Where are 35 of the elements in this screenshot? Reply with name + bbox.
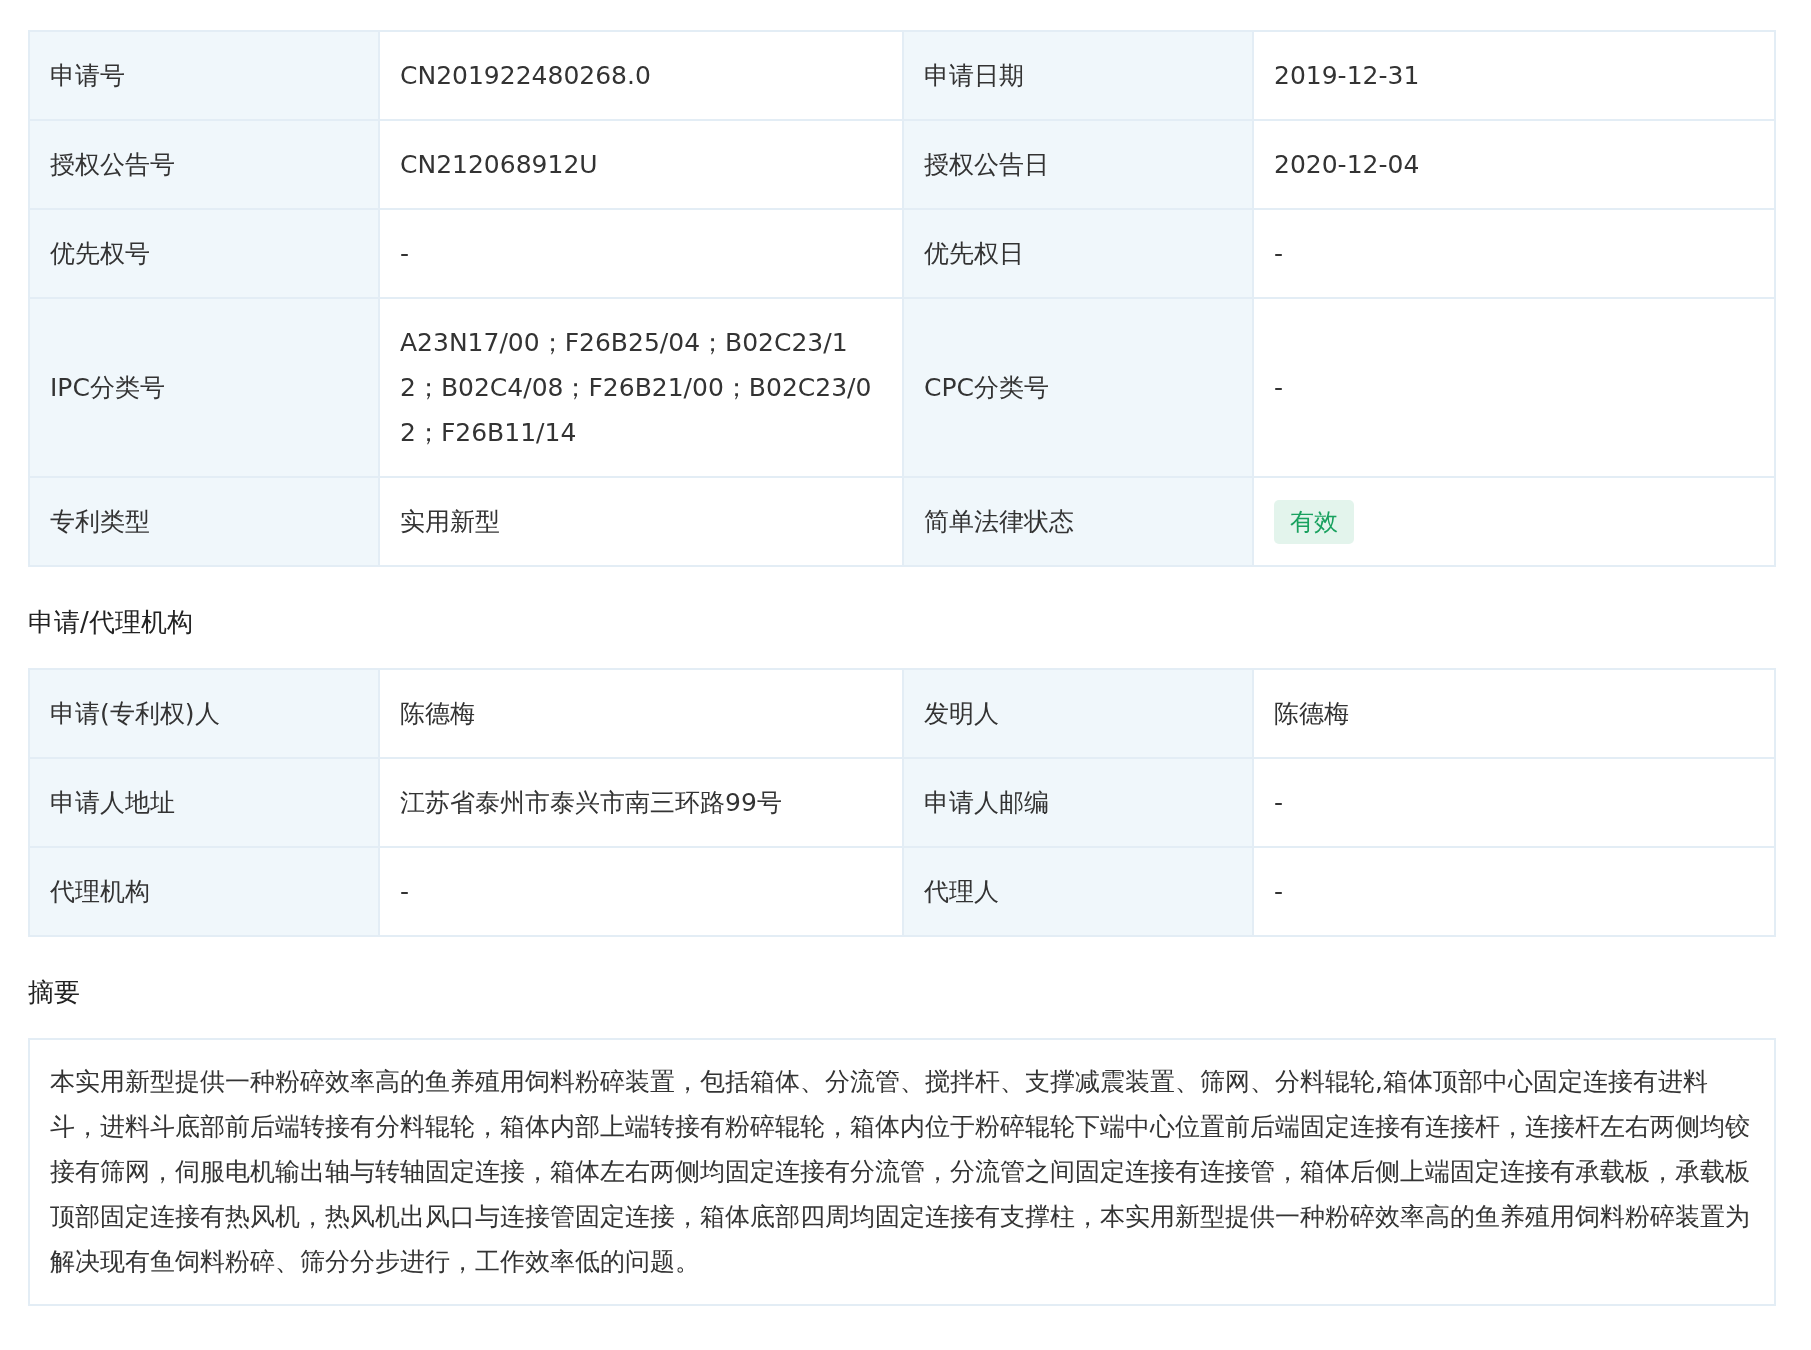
field-value-cell: 陈德梅 (1254, 670, 1776, 759)
field-value-cell: 2019-12-31 (1254, 32, 1776, 121)
field-label: IPC分类号 (30, 299, 380, 478)
field-label: 专利类型 (30, 478, 380, 567)
field-value-cell: - (380, 210, 904, 299)
field-value-cell: CN201922480268.0 (380, 32, 904, 121)
field-label: CPC分类号 (904, 299, 1254, 478)
field-value-cell: 江苏省泰州市泰兴市南三环路99号 (380, 759, 904, 848)
field-value-cell: 实用新型 (380, 478, 904, 567)
field-label: 授权公告日 (904, 121, 1254, 210)
section-title: 摘要 (28, 976, 81, 1009)
field-value-cell: - (1254, 210, 1776, 299)
abstract-text: 本实用新型提供一种粉碎效率高的鱼养殖用饲料粉碎装置，包括箱体、分流管、搅拌杆、支撑减震装置、筛网、分料辊轮,箱体顶部中心固定连接有进料斗，进料斗底部前后端转接有分料辊轮，箱体内部上端转接有粉碎辊轮，箱体内位于粉碎辊轮下端中心位置前后端固定连接有连接杆，连接杆左右两侧均铰接有筛网，伺服电机输出轴与转轴固定连接，箱体左右两侧均固定连接有分流管，分流管之间固定连接有连接管，箱体后侧上端固定连接有承载板，承载板顶部固定连接有热风机，热风机出风口与连接管固定连接，箱体底部四周均固定连接有支撑柱，本实用新型提供一种粉碎效率高的鱼养殖用饲料粉碎装置为解决现有鱼饲料粉碎、筛分分步进行，工作效率低的问题。 (28, 1038, 1776, 1306)
field-label: 申请人地址 (30, 759, 380, 848)
field-value-cell: 2020-12-04 (1254, 121, 1776, 210)
field-label: 优先权日 (904, 210, 1254, 299)
field-value-cell: - (1254, 848, 1776, 937)
field-label: 发明人 (904, 670, 1254, 759)
field-label: 申请人邮编 (904, 759, 1254, 848)
field-value-cell: A23N17/00；F26B25/04；B02C23/12；B02C4/08；F26B21/00；B02C23/02；F26B11/14 (380, 299, 904, 478)
section-title: 申请/代理机构 (28, 606, 194, 639)
field-value-cell: CN212068912U (380, 121, 904, 210)
field-value-cell: - (380, 848, 904, 937)
field-value-cell: 陈德梅 (380, 670, 904, 759)
field-label: 申请(专利权)人 (30, 670, 380, 759)
status-badge: 有效 (1274, 499, 1354, 544)
field-label: 代理机构 (30, 848, 380, 937)
field-label: 申请日期 (904, 32, 1254, 121)
field-value-cell: - (1254, 299, 1776, 478)
field-label: 申请号 (30, 32, 380, 121)
field-label: 简单法律状态 (904, 478, 1254, 567)
field-label: 授权公告号 (30, 121, 380, 210)
field-label: 优先权号 (30, 210, 380, 299)
field-label: 代理人 (904, 848, 1254, 937)
field-value-cell: - (1254, 759, 1776, 848)
